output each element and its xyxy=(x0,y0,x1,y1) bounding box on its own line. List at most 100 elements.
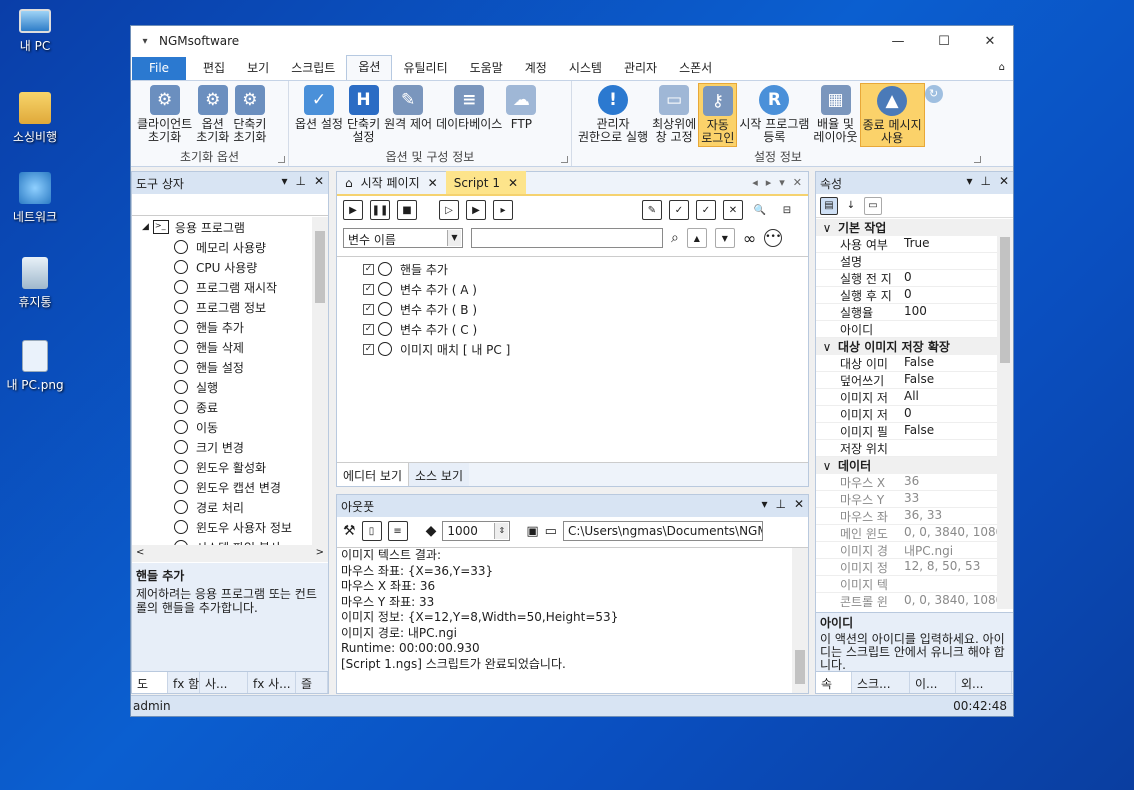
property-row[interactable]: 콘트롤 윈 0, 0, 3840, 1080 xyxy=(816,593,1013,609)
variable-name-select[interactable]: 변수 이름 ▼ xyxy=(343,228,463,248)
reset-hotkeys-button[interactable]: ⚙ 단축키 초기화 xyxy=(231,83,268,147)
search-icon[interactable]: ⌕ xyxy=(671,230,679,246)
property-row[interactable]: 마우스 X 36 xyxy=(816,474,1013,491)
tree-root[interactable]: ◢ >_ 응용 프로그램 xyxy=(132,217,328,237)
check-icon[interactable]: ✓ xyxy=(696,200,716,220)
property-value[interactable]: 0, 0, 3840, 1080 xyxy=(900,525,1003,541)
always-on-top-button[interactable]: ▭ 최상위에 창 고정 xyxy=(650,83,698,147)
expand-icon[interactable]: ∨ xyxy=(816,459,838,473)
variable-search-input[interactable] xyxy=(471,228,663,248)
exit-message-button[interactable]: ▲ 종료 메시지 사용 xyxy=(859,83,925,147)
toolbox-item[interactable]: 메모리 사용량 xyxy=(132,237,328,257)
dropdown-icon[interactable]: ▾ xyxy=(281,174,287,188)
toolbox-item[interactable]: 시스템 파일 복사 xyxy=(132,537,328,545)
property-row[interactable]: 마우스 Y 33 xyxy=(816,491,1013,508)
toolbox-item[interactable]: 크기 변경 xyxy=(132,437,328,457)
categorized-icon[interactable]: ▤ xyxy=(820,196,838,215)
run-as-admin-button[interactable]: ! 관리자 권한으로 실행 xyxy=(576,83,650,147)
script-line[interactable]: ✓ 핸들 추가 xyxy=(337,259,808,279)
play-icon[interactable]: ▶ xyxy=(343,200,363,220)
move-up-icon[interactable]: ▲ xyxy=(686,228,707,248)
tab-external[interactable]: 외... xyxy=(956,672,1012,693)
tab-source-view[interactable]: 소스 보기 xyxy=(409,463,469,486)
sort-az-icon[interactable]: ↓ xyxy=(842,196,860,215)
pin-icon[interactable]: ⊥ xyxy=(295,174,305,188)
close-icon[interactable]: ✕ xyxy=(999,174,1009,188)
property-row[interactable]: 마우스 좌 36, 33 xyxy=(816,508,1013,525)
close-icon[interactable]: ✕ xyxy=(508,176,518,190)
property-row[interactable]: 이미지 정 12, 8, 50, 53 xyxy=(816,559,1013,576)
minimize-button[interactable]: — xyxy=(875,26,921,56)
edit-icon[interactable]: ✎ xyxy=(642,200,662,220)
tab-view[interactable]: 보기 xyxy=(236,57,280,80)
property-value[interactable] xyxy=(900,321,904,337)
tab-system[interactable]: 시스템 xyxy=(558,57,613,80)
toolbox-search-input[interactable] xyxy=(132,194,328,216)
property-row[interactable]: 실행율 100 xyxy=(816,304,1013,321)
output-scrollbar[interactable] xyxy=(792,548,808,693)
reset-client-button[interactable]: ⚙ 클라이언트 초기화 xyxy=(135,83,194,147)
tab-properties[interactable]: 속 xyxy=(816,672,852,693)
script-line[interactable]: ✓ 변수 추가 ( A ) xyxy=(337,279,808,299)
line-checkbox[interactable]: ✓ xyxy=(363,263,374,275)
toolbox-item[interactable]: CPU 사용량 xyxy=(132,257,328,277)
desktop-icon-my-pc[interactable]: 내 PC xyxy=(0,5,70,54)
close-icon[interactable]: ✕ xyxy=(794,497,804,511)
broom-icon[interactable]: ⚒ xyxy=(343,523,356,539)
save-icon[interactable]: ▣ xyxy=(526,524,538,539)
folder-icon[interactable]: ▭ xyxy=(545,524,557,539)
toolbox-item[interactable]: 핸들 설정 xyxy=(132,357,328,377)
property-row[interactable]: 실행 후 지 0 xyxy=(816,287,1013,304)
expand-icon[interactable]: ∨ xyxy=(816,340,838,354)
desktop-icon-png-file[interactable]: 내 PC.png xyxy=(0,340,70,393)
new-file-icon[interactable]: ▯ xyxy=(361,521,382,541)
tab-options[interactable]: 옵션 xyxy=(346,55,393,80)
tab-file[interactable]: File xyxy=(132,57,186,80)
output-path-field[interactable]: C:\Users\ngmas\Documents\NGM6\ xyxy=(562,521,763,541)
script-line[interactable]: ✓ 이미지 매치 [ 내 PC ] xyxy=(337,339,808,359)
refresh-icon[interactable]: ↻ xyxy=(924,85,943,103)
delete-icon[interactable]: ✕ xyxy=(723,200,743,220)
property-row[interactable]: 사용 여부 True xyxy=(816,236,1013,253)
property-value[interactable] xyxy=(900,253,904,269)
tab-favorites[interactable]: 즐 xyxy=(296,672,328,693)
line-count-input[interactable]: 1000 ⇕ xyxy=(442,521,511,541)
toolbox-item[interactable]: 프로그램 재시작 xyxy=(132,277,328,297)
toolbox-item[interactable]: 프로그램 정보 xyxy=(132,297,328,317)
tab-admin[interactable]: 관리자 xyxy=(613,57,668,80)
group-launcher-icon[interactable] xyxy=(974,156,981,163)
run-icon[interactable]: ▷ xyxy=(439,200,459,220)
toolbox-item[interactable]: 실행 xyxy=(132,377,328,397)
property-pages-icon[interactable]: ▭ xyxy=(864,196,882,215)
toolbox-scrollbar[interactable] xyxy=(312,217,328,545)
property-row[interactable]: 아이디 xyxy=(816,321,1013,338)
group-launcher-icon[interactable] xyxy=(278,156,285,163)
scroll-thumb[interactable] xyxy=(315,231,325,303)
toolbox-item[interactable]: 종료 xyxy=(132,397,328,417)
close-icon[interactable]: ✕ xyxy=(428,176,438,190)
property-row[interactable]: 대상 이미 False xyxy=(816,355,1013,372)
dropdown-icon[interactable]: ▾ xyxy=(966,174,972,188)
spinner-icon[interactable]: ⇕ xyxy=(494,523,509,539)
property-category[interactable]: ∨ 데이터 xyxy=(816,457,1013,474)
line-checkbox[interactable]: ✓ xyxy=(363,323,374,335)
stop-icon[interactable]: ■ xyxy=(397,200,417,220)
scale-layout-button[interactable]: ▦ 배율 및 레이아웃 xyxy=(811,83,859,147)
loop-icon[interactable]: ∞ xyxy=(743,229,756,248)
line-checkbox[interactable]: ✓ xyxy=(363,283,374,295)
property-value[interactable]: 0, 0, 3840, 1080 xyxy=(900,593,1003,609)
step-run-icon[interactable]: ▶ xyxy=(466,200,486,220)
line-checkbox[interactable]: ✓ xyxy=(363,303,374,315)
script-line[interactable]: ✓ 변수 추가 ( C ) xyxy=(337,319,808,339)
property-row[interactable]: 실행 전 지 0 xyxy=(816,270,1013,287)
property-row[interactable]: 이미지 저 All xyxy=(816,389,1013,406)
property-value[interactable]: 36 xyxy=(900,474,919,490)
property-row[interactable]: 덮어쓰기 False xyxy=(816,372,1013,389)
script-line[interactable]: ✓ 변수 추가 ( B ) xyxy=(337,299,808,319)
property-value[interactable]: False xyxy=(900,355,934,371)
maximize-button[interactable]: ☐ xyxy=(921,26,967,56)
word-wrap-icon[interactable]: ≡ xyxy=(387,521,408,541)
move-down-icon[interactable]: ▼ xyxy=(714,228,735,248)
properties-scrollbar[interactable] xyxy=(997,219,1013,609)
property-value[interactable]: 0 xyxy=(900,287,912,303)
